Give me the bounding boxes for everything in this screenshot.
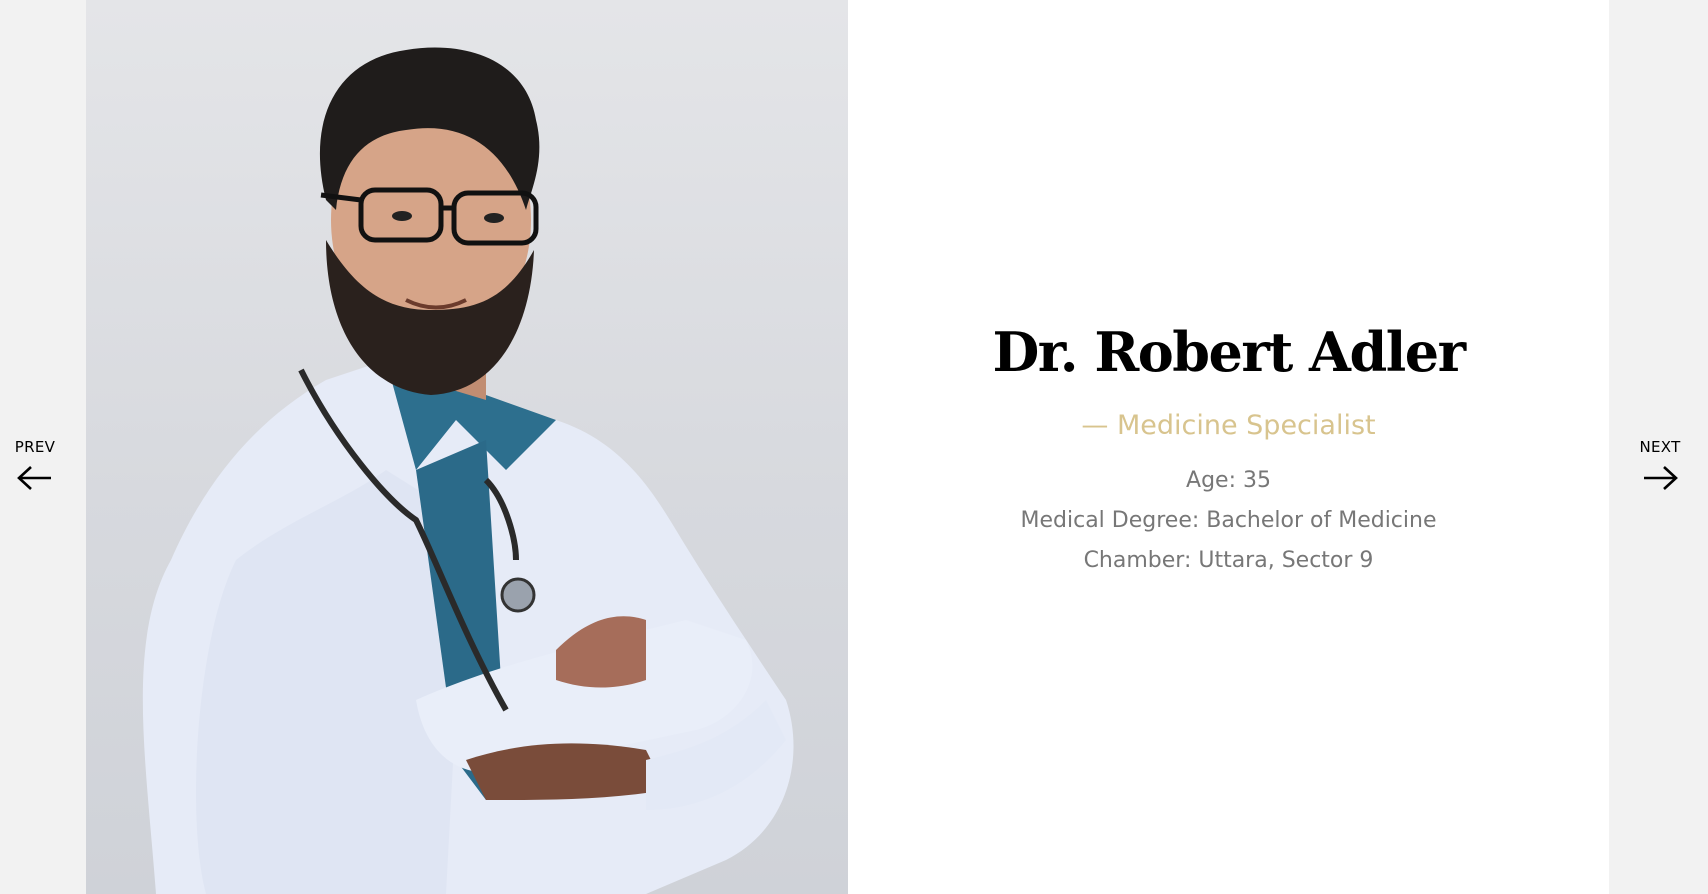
next-button[interactable]: NEXT (1632, 438, 1688, 492)
next-label: NEXT (1639, 438, 1681, 456)
doctor-chamber: Chamber: Uttara, Sector 9 (1083, 547, 1374, 573)
arrow-right-icon (1644, 466, 1678, 490)
doctor-degree: Medical Degree: Bachelor of Medicine (1020, 507, 1437, 533)
doctor-card: Dr. Robert Adler — Medicine Specialist A… (86, 0, 1609, 894)
doctor-info: Dr. Robert Adler — Medicine Specialist A… (848, 0, 1609, 894)
arrow-left-icon (17, 466, 51, 490)
prev-button[interactable]: PREV (7, 438, 63, 492)
doctor-portrait-image (142, 47, 794, 894)
doctor-slider-page: PREV Dr. Robert Adler — Medicine Special… (0, 0, 1708, 894)
doctor-age: Age: 35 (1186, 467, 1271, 493)
doctor-specialty: — Medicine Specialist (1081, 409, 1376, 441)
prev-label: PREV (14, 438, 56, 456)
doctor-photo (86, 0, 848, 894)
doctor-name: Dr. Robert Adler (992, 319, 1466, 384)
